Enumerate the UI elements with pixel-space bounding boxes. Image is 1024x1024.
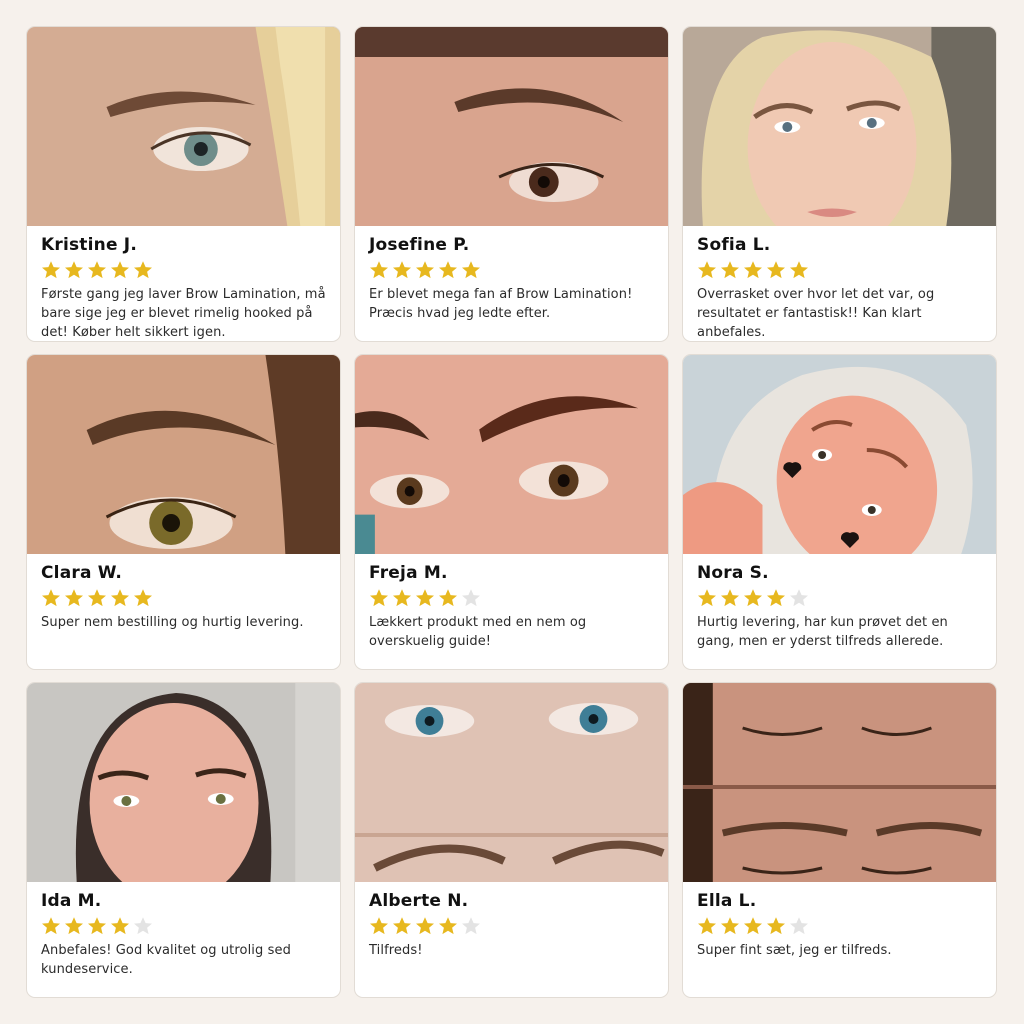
star-filled-icon <box>698 917 716 935</box>
star-filled-icon <box>462 261 480 279</box>
reviewer-name: Nora S. <box>697 563 769 583</box>
star-filled-icon <box>721 589 739 607</box>
reviewer-name: Sofia L. <box>697 235 771 255</box>
reviewer-name: Alberte N. <box>369 891 469 911</box>
review-photo <box>683 27 996 226</box>
reviewer-name: Kristine J. <box>41 235 137 255</box>
review-card: Sofia L. Overrasket over hvor let det va… <box>682 26 997 342</box>
star-filled-icon <box>393 589 411 607</box>
star-filled-icon <box>767 261 785 279</box>
review-text: Super nem bestilling og hurtig levering. <box>41 615 304 630</box>
star-filled-icon <box>416 261 434 279</box>
star-filled-icon <box>744 917 762 935</box>
review-photo <box>355 355 668 554</box>
star-filled-icon <box>439 261 457 279</box>
review-photo <box>27 27 340 226</box>
star-empty-icon <box>462 589 480 607</box>
review-text: Anbefales! God kvalitet og utrolig sed k… <box>41 943 291 977</box>
review-text: Overrasket over hvor let det var, og res… <box>697 287 935 340</box>
review-text: Hurtig levering, har kun prøvet det en g… <box>697 615 948 649</box>
star-filled-icon <box>88 917 106 935</box>
star-filled-icon <box>416 589 434 607</box>
star-rating <box>697 260 982 280</box>
star-filled-icon <box>416 917 434 935</box>
star-filled-icon <box>42 261 60 279</box>
review-photo <box>27 355 340 554</box>
star-filled-icon <box>370 261 388 279</box>
star-empty-icon <box>134 917 152 935</box>
review-photo <box>27 683 340 882</box>
review-photo <box>683 683 996 882</box>
review-card: Alberte N. Tilfreds! <box>354 682 669 998</box>
star-rating <box>697 916 982 936</box>
star-filled-icon <box>439 917 457 935</box>
star-filled-icon <box>393 261 411 279</box>
star-empty-icon <box>790 589 808 607</box>
star-rating <box>369 588 654 608</box>
star-filled-icon <box>721 917 739 935</box>
review-card: Ella L. Super fint sæt, jeg er tilfreds. <box>682 682 997 998</box>
star-filled-icon <box>744 261 762 279</box>
star-filled-icon <box>370 589 388 607</box>
star-filled-icon <box>721 261 739 279</box>
reviewer-name: Clara W. <box>41 563 122 583</box>
review-card: Josefine P. Er blevet mega fan af Brow L… <box>354 26 669 342</box>
reviewer-name: Josefine P. <box>369 235 470 255</box>
star-filled-icon <box>370 917 388 935</box>
review-card: Clara W. Super nem bestilling og hurtig … <box>26 354 341 670</box>
reviewer-name: Ida M. <box>41 891 102 911</box>
star-filled-icon <box>698 261 716 279</box>
review-text: Er blevet mega fan af Brow Lamination! P… <box>369 287 633 321</box>
star-filled-icon <box>111 589 129 607</box>
star-filled-icon <box>767 917 785 935</box>
review-text: Tilfreds! <box>369 943 423 958</box>
star-rating <box>369 260 654 280</box>
star-filled-icon <box>111 917 129 935</box>
reviews-grid: Kristine J. Første gang jeg laver Brow L… <box>26 26 997 998</box>
star-filled-icon <box>42 589 60 607</box>
star-filled-icon <box>65 917 83 935</box>
review-card: Ida M. Anbefales! God kvalitet og utroli… <box>26 682 341 998</box>
review-photo <box>355 683 668 882</box>
star-filled-icon <box>42 917 60 935</box>
star-filled-icon <box>65 261 83 279</box>
star-filled-icon <box>65 589 83 607</box>
review-photo <box>355 27 668 226</box>
review-text: Super fint sæt, jeg er tilfreds. <box>697 943 892 958</box>
star-empty-icon <box>462 917 480 935</box>
review-card: Kristine J. Første gang jeg laver Brow L… <box>26 26 341 342</box>
star-filled-icon <box>88 589 106 607</box>
star-filled-icon <box>111 261 129 279</box>
star-rating <box>41 260 326 280</box>
star-filled-icon <box>393 917 411 935</box>
review-text: Første gang jeg laver Brow Lamination, m… <box>41 287 326 340</box>
reviewer-name: Freja M. <box>369 563 448 583</box>
review-card: Nora S. Hurtig levering, har kun prøvet … <box>682 354 997 670</box>
star-filled-icon <box>88 261 106 279</box>
star-filled-icon <box>744 589 762 607</box>
star-empty-icon <box>790 917 808 935</box>
star-filled-icon <box>134 589 152 607</box>
star-rating <box>41 588 326 608</box>
star-filled-icon <box>698 589 716 607</box>
star-filled-icon <box>439 589 457 607</box>
star-filled-icon <box>134 261 152 279</box>
star-rating <box>41 916 326 936</box>
review-card: Freja M. Lækkert produkt med en nem og o… <box>354 354 669 670</box>
star-rating <box>369 916 654 936</box>
star-rating <box>697 588 982 608</box>
review-text: Lækkert produkt med en nem og overskueli… <box>369 615 587 649</box>
star-filled-icon <box>790 261 808 279</box>
reviewer-name: Ella L. <box>697 891 757 911</box>
review-photo <box>683 355 996 554</box>
star-filled-icon <box>767 589 785 607</box>
